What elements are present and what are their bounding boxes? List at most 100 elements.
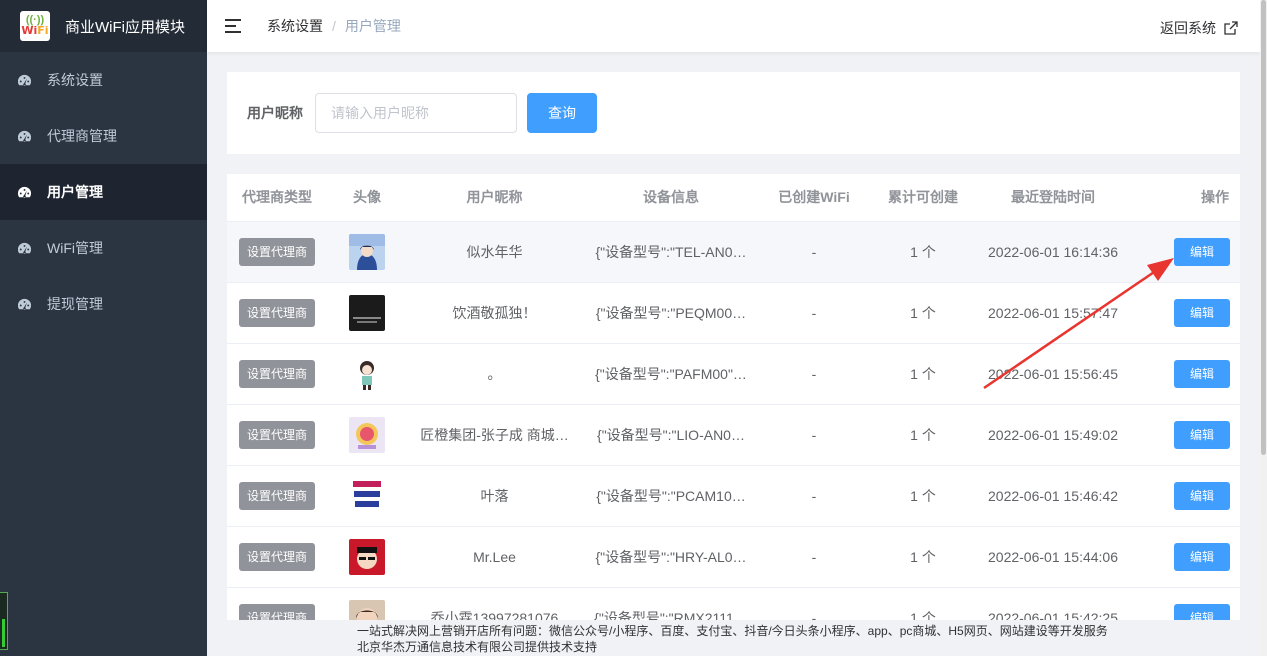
last-login-cell: 2022-06-01 15:44:06: [978, 526, 1128, 588]
search-form: 用户昵称 查询: [227, 72, 1240, 154]
table-row: 设置代理商 Mr.Lee {"设备型号":"HRY-AL0… -1 个 2022-06-…: [227, 526, 1240, 588]
scrollbar-thumb[interactable]: [1261, 0, 1266, 455]
device-cell: {"设备型号":"RMX2111…: [582, 587, 760, 620]
nickname-cell: 。: [407, 343, 582, 405]
agent-type-cell: 设置代理商: [227, 587, 327, 620]
device-cell: {"设备型号":"PCAM10…: [582, 465, 760, 527]
avatar-cell: [327, 587, 407, 620]
sidebar-item-label: 用户管理: [47, 184, 103, 200]
set-agent-button[interactable]: 设置代理商: [238, 603, 315, 620]
external-link-icon: [1224, 21, 1238, 35]
sidebar: ((·)) WiFi 商业WiFi应用模块 系统设置 代理商管理 用户管理 WiFi管…: [0, 0, 207, 656]
avatar-cell: [327, 465, 407, 527]
breadcrumb: 系统设置 / 用户管理: [267, 16, 401, 36]
agent-type-cell: 设置代理商: [227, 221, 327, 283]
col-device: 设备信息: [582, 174, 760, 222]
dashboard-icon: [17, 129, 32, 144]
col-quota: 累计可创建: [868, 174, 978, 222]
nickname-label: 用户昵称: [247, 105, 303, 121]
col-avatar: 头像: [327, 174, 407, 222]
query-button[interactable]: 查询: [527, 93, 597, 133]
quota-cell: 1 个: [868, 526, 978, 588]
last-login-cell: 2022-06-01 15:57:47: [978, 282, 1128, 344]
edit-button[interactable]: 编辑: [1174, 603, 1230, 620]
avatar: [349, 355, 385, 392]
nickname-cell: 似水年华: [407, 221, 582, 283]
edit-button[interactable]: 编辑: [1174, 481, 1230, 510]
page-scrollbar[interactable]: [1260, 0, 1267, 656]
edit-button[interactable]: 编辑: [1174, 359, 1230, 388]
breadcrumb-item-system[interactable]: 系统设置: [267, 16, 323, 36]
table-header-row: 代理商类型 头像 用户昵称 设备信息 已创建WiFi 累计可创建 最近登陆时间 …: [227, 174, 1240, 222]
nickname-search-input[interactable]: [315, 93, 517, 133]
dashboard-icon: [17, 297, 32, 312]
table-row: 设置代理商 乔小霖13997281076 {"设备型号":"RMX2111… -1 个…: [227, 587, 1240, 620]
footer: 一站式解决网上营销开店所有问题：微信公众号/小程序、百度、支付宝、抖音/今日头条…: [207, 620, 1260, 656]
avatar: [349, 477, 385, 514]
return-system-link[interactable]: 返回系统: [1160, 18, 1238, 38]
col-nickname: 用户昵称: [407, 174, 582, 222]
nickname-cell: Mr.Lee: [407, 526, 582, 588]
avatar-cell: [327, 221, 407, 283]
quota-cell: 1 个: [868, 404, 978, 466]
sidebar-item-1[interactable]: 代理商管理: [0, 108, 207, 164]
edit-button[interactable]: 编辑: [1174, 298, 1230, 327]
created-wifi-cell: -: [760, 343, 868, 405]
operation-cell: 编辑: [1128, 282, 1240, 344]
set-agent-button[interactable]: 设置代理商: [238, 237, 315, 266]
avatar: [349, 599, 385, 620]
avatar-cell: [327, 343, 407, 405]
table-row: 设置代理商 匠橙集团-张子成 商城… {"设备型号":"LIO-AN0… -1 个 20…: [227, 404, 1240, 466]
nickname-cell: 叶落: [407, 465, 582, 527]
set-agent-button[interactable]: 设置代理商: [238, 420, 315, 449]
return-label: 返回系统: [1160, 20, 1216, 36]
set-agent-button[interactable]: 设置代理商: [238, 359, 315, 388]
col-operation: 操作: [1128, 174, 1240, 222]
sidebar-item-0[interactable]: 系统设置: [0, 52, 207, 108]
edit-button[interactable]: 编辑: [1174, 420, 1230, 449]
created-wifi-cell: -: [760, 282, 868, 344]
avatar-cell: [327, 404, 407, 466]
top-bar: 系统设置 / 用户管理 返回系统: [207, 0, 1260, 52]
quota-cell: 1 个: [868, 343, 978, 405]
created-wifi-cell: -: [760, 587, 868, 620]
quota-cell: 1 个: [868, 587, 978, 620]
col-last-login: 最近登陆时间: [978, 174, 1128, 222]
nickname-cell: 匠橙集团-张子成 商城…: [407, 404, 582, 466]
operation-cell: 编辑: [1128, 587, 1240, 620]
device-cell: {"设备型号":"LIO-AN0…: [582, 404, 760, 466]
avatar-cell: [327, 282, 407, 344]
sidebar-item-label: 系统设置: [47, 72, 103, 88]
avatar: [349, 538, 385, 575]
set-agent-button[interactable]: 设置代理商: [238, 481, 315, 510]
set-agent-button[interactable]: 设置代理商: [238, 298, 315, 327]
avatar: [349, 294, 385, 331]
created-wifi-cell: -: [760, 526, 868, 588]
wifi-logo-icon: ((·)) WiFi: [20, 11, 50, 41]
sidebar-item-3[interactable]: WiFi管理: [0, 220, 207, 276]
edit-button[interactable]: 编辑: [1174, 237, 1230, 266]
footer-company: 北京华杰万通信息技术有限公司提供技术支持: [357, 640, 598, 654]
col-agent-type: 代理商类型: [227, 174, 327, 222]
user-table: 代理商类型 头像 用户昵称 设备信息 已创建WiFi 累计可创建 最近登陆时间 …: [227, 174, 1240, 620]
dashboard-icon: [17, 241, 32, 256]
set-agent-button[interactable]: 设置代理商: [238, 542, 315, 571]
sidebar-item-2[interactable]: 用户管理: [0, 164, 207, 220]
avatar: [349, 233, 385, 270]
breadcrumb-item-current: 用户管理: [344, 18, 401, 34]
last-login-cell: 2022-06-01 16:14:36: [978, 221, 1128, 283]
side-level-indicator: [0, 592, 8, 650]
edit-button[interactable]: 编辑: [1174, 542, 1230, 571]
operation-cell: 编辑: [1128, 465, 1240, 527]
last-login-cell: 2022-06-01 15:49:02: [978, 404, 1128, 466]
menu-toggle-icon[interactable]: [225, 19, 241, 33]
device-cell: {"设备型号":"TEL-AN0…: [582, 221, 760, 283]
avatar-cell: [327, 526, 407, 588]
dashboard-icon: [17, 73, 32, 88]
sidebar-item-4[interactable]: 提现管理: [0, 276, 207, 332]
created-wifi-cell: -: [760, 404, 868, 466]
avatar: [349, 416, 385, 453]
last-login-cell: 2022-06-01 15:56:45: [978, 343, 1128, 405]
created-wifi-cell: -: [760, 465, 868, 527]
col-created-wifi: 已创建WiFi: [760, 174, 868, 222]
